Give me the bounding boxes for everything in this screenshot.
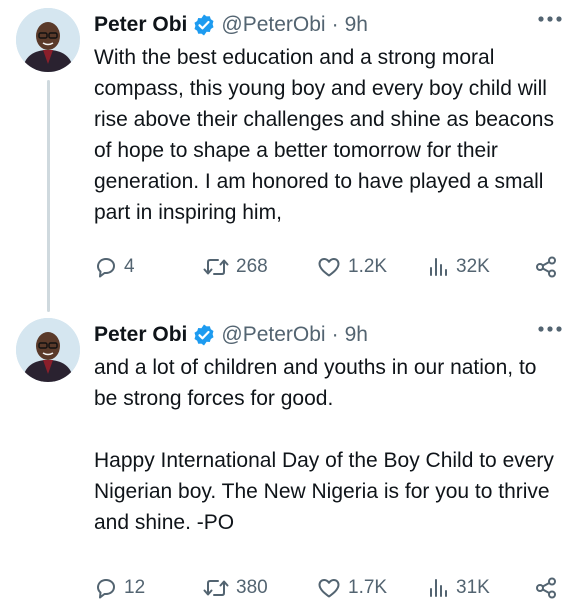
tweet-text: With the best education and a strong mor… [94,42,562,228]
views-count: 32K [456,256,490,277]
reply-button[interactable]: 4 [94,252,135,282]
like-icon [318,579,340,598]
verified-badge-icon [194,324,214,346]
like-button[interactable]: 1.2K [316,252,387,282]
like-button[interactable]: 1.7K [316,573,387,603]
views-count: 31K [456,577,490,598]
like-icon [318,258,340,277]
author-name[interactable]: Peter Obi [94,323,187,347]
action-bar: 12 380 1.7K 31K [94,573,560,603]
reply-count: 12 [124,577,146,598]
views-button[interactable]: 32K [426,252,490,282]
reply-icon [97,258,115,278]
like-count: 1.2K [348,256,388,277]
retweet-button[interactable]: 268 [202,252,268,282]
retweet-count: 380 [236,577,268,598]
views-button[interactable]: 31K [426,573,490,603]
share-button[interactable] [534,252,558,282]
share-icon [536,577,556,599]
reply-button[interactable]: 12 [94,573,145,603]
retweet-count: 268 [236,256,268,277]
separator-dot: · [331,13,339,36]
timestamp[interactable]: 9h [345,13,368,37]
avatar[interactable] [16,318,80,382]
tweet-paragraph: and a lot of children and youths in our … [94,356,537,410]
more-options-icon[interactable] [536,12,564,26]
reply-count: 4 [124,256,135,277]
timestamp[interactable]: 9h [345,323,368,347]
retweet-icon [203,580,229,596]
retweet-button[interactable]: 380 [202,573,268,603]
share-button[interactable] [534,573,558,603]
author-handle[interactable]: @PeterObi [221,13,325,37]
retweet-icon [203,259,229,275]
tweet-text: and a lot of children and youths in our … [94,352,562,538]
verified-badge-icon [194,14,214,36]
thread-connector-line [47,80,50,312]
author-name[interactable]: Peter Obi [94,13,187,37]
tweet-paragraph: Happy International Day of the Boy Child… [94,449,554,534]
author-handle[interactable]: @PeterObi [221,323,325,347]
more-options-icon[interactable] [536,322,564,336]
views-icon [430,579,447,597]
views-icon [430,258,447,276]
avatar[interactable] [16,8,80,72]
separator-dot: · [331,323,339,346]
share-icon [536,256,556,278]
like-count: 1.7K [348,577,388,598]
reply-icon [97,579,115,599]
action-bar: 4 268 1.2K 32K [94,252,560,282]
tweet-paragraph: With the best education and a strong mor… [94,46,554,224]
